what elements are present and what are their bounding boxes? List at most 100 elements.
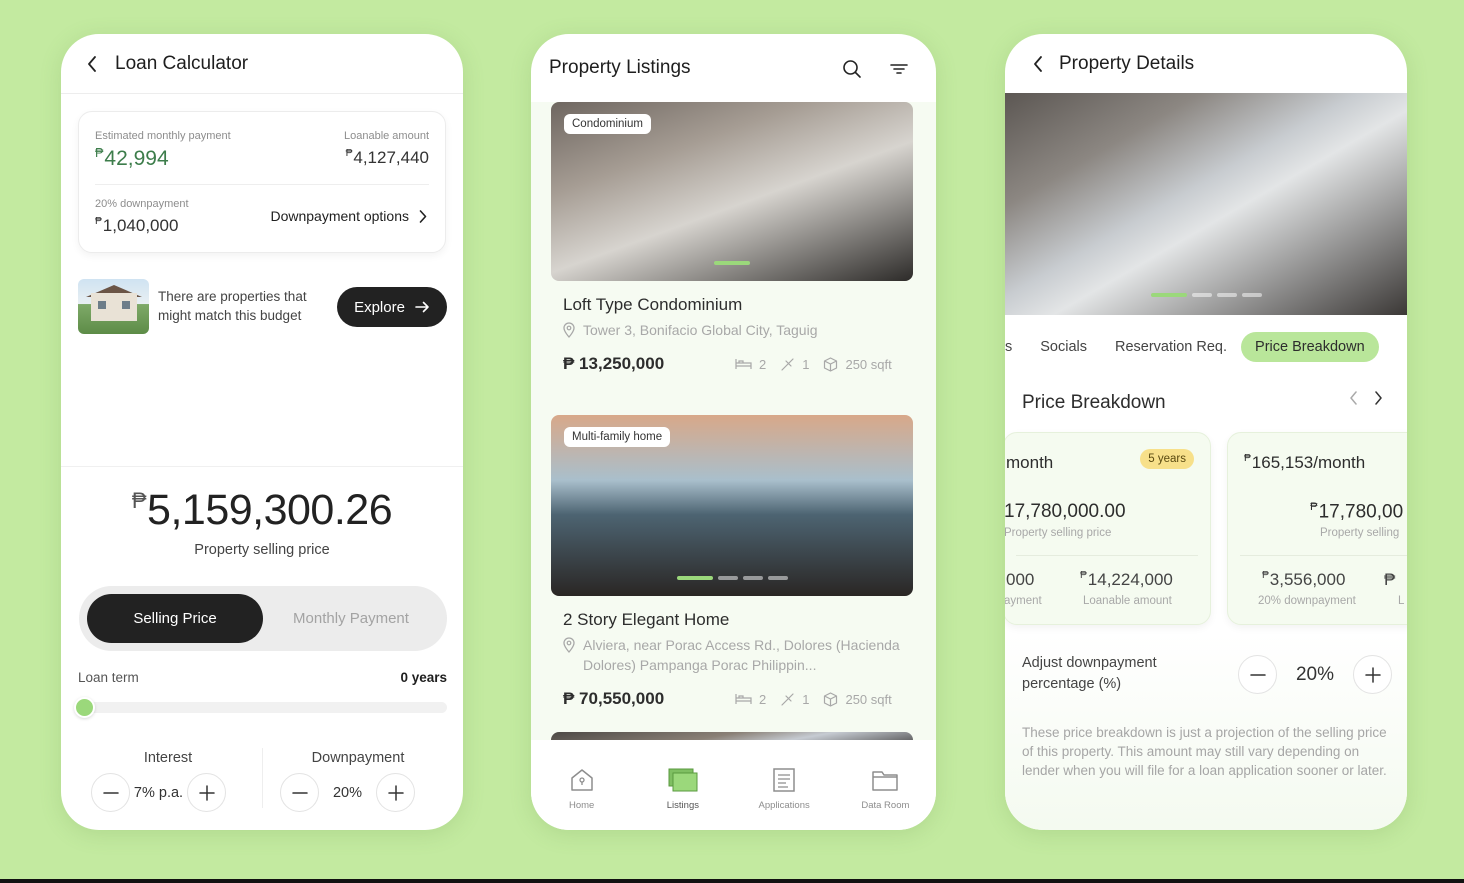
listings-header: Property Listings [531, 34, 936, 102]
listing-card[interactable]: Multi-family home 2 Story Elegant Home A… [551, 415, 913, 709]
divider [61, 466, 463, 467]
carousel-dot[interactable] [742, 576, 763, 580]
carousel-dots [551, 261, 913, 265]
house-thumbnail [78, 279, 149, 334]
est-monthly-label: Estimated monthly payment [95, 130, 231, 142]
loan-term-slider[interactable] [78, 702, 447, 713]
listing-photo[interactable]: Multi-family home [551, 415, 913, 596]
downpayment-label: 20% downpayment [95, 198, 189, 210]
interest-decrease-button[interactable] [91, 773, 130, 812]
selling-price-label: Property selling price [194, 542, 330, 558]
carousel-dot[interactable] [1241, 293, 1262, 297]
search-icon[interactable] [841, 58, 863, 80]
location-pin-icon [563, 637, 575, 653]
location-pin-icon [563, 322, 575, 338]
property-details-screen: Property Details s Socials Reservation R… [1005, 34, 1407, 830]
back-chevron-icon[interactable] [81, 53, 103, 75]
explore-button[interactable]: Explore [337, 287, 447, 327]
downpayment-options-label: Downpayment options [270, 208, 409, 224]
carousel-dot-active[interactable] [1150, 293, 1187, 297]
downpayment-stepper: 20% [280, 773, 415, 812]
monthly-payment: month [1006, 453, 1054, 472]
monthly-payment: ₱165,153/month [1244, 453, 1366, 472]
carousel-dot[interactable] [1191, 293, 1212, 297]
adjust-increase-button[interactable] [1353, 655, 1392, 694]
nav-home[interactable]: Home [531, 740, 632, 830]
chevron-right-icon [419, 209, 427, 223]
nav-applications[interactable]: Applications [734, 740, 835, 830]
listings-icon [668, 768, 698, 792]
carousel-dot[interactable] [767, 576, 788, 580]
minus-icon [291, 791, 308, 794]
downpayment-value: 000 [1006, 570, 1035, 589]
downpayment-decrease-button[interactable] [280, 773, 319, 812]
listing-address: Tower 3, Bonifacio Global City, Taguig [551, 320, 913, 340]
page-title: Property Details [1059, 53, 1195, 74]
loan-term-value: 0 years [400, 670, 447, 685]
property-listings-screen: Property Listings Condominium Loft Type … [531, 34, 936, 830]
adjust-decrease-button[interactable] [1238, 655, 1277, 694]
downpayment-increase-button[interactable] [376, 773, 415, 812]
carousel-dot[interactable] [717, 576, 738, 580]
detail-tabs: s Socials Reservation Req. Price Breakdo… [1005, 332, 1379, 362]
divider [262, 748, 263, 808]
home-icon [570, 769, 593, 791]
monthly-payment-tab[interactable]: Monthly Payment [263, 594, 439, 643]
listing-address: Alviera, near Porac Access Rd., Dolores … [551, 635, 913, 675]
property-photo[interactable] [1005, 93, 1407, 315]
carousel-dot-active[interactable] [714, 261, 750, 265]
divider [61, 93, 463, 94]
interest-increase-button[interactable] [187, 773, 226, 812]
selling-price-value: ₱17,780,00 [1310, 501, 1404, 523]
divider [1016, 555, 1198, 556]
interest-stepper: 7% p.a. [91, 773, 226, 812]
downpayment-options-link[interactable]: Downpayment options [270, 208, 427, 224]
cube-icon [824, 356, 838, 372]
price-breakdown-card[interactable]: month 5 years 17,780,000.00 Property sel… [1005, 432, 1211, 625]
divider [95, 184, 429, 185]
nav-data-room[interactable]: Data Room [835, 740, 936, 830]
tab-socials[interactable]: Socials [1026, 339, 1101, 355]
loan-summary-card: Estimated monthly payment ₱42,994 Loanab… [78, 111, 446, 253]
carousel-dot[interactable] [1216, 293, 1237, 297]
plus-icon [387, 784, 404, 801]
adjust-downpayment-stepper: 20% [1238, 655, 1392, 694]
loanable-value: ₱14,224,000 [1080, 570, 1173, 589]
listing-address-text: Alviera, near Porac Access Rd., Dolores … [583, 637, 900, 673]
filter-icon[interactable] [888, 58, 910, 80]
tab-partial[interactable]: s [1005, 339, 1026, 355]
tab-reservation[interactable]: Reservation Req. [1101, 339, 1241, 355]
loan-calculator-screen: Loan Calculator Estimated monthly paymen… [61, 34, 463, 830]
loanable-label: L [1398, 595, 1405, 607]
document-icon [773, 768, 795, 792]
details-header: Property Details [1005, 34, 1407, 94]
back-chevron-icon[interactable] [1027, 53, 1049, 75]
downpayment-label: 20% downpayment [1258, 595, 1356, 607]
nav-listings[interactable]: Listings [632, 740, 733, 830]
section-title: Price Breakdown [1022, 392, 1166, 413]
listing-photo[interactable]: Condominium [551, 102, 913, 281]
carousel-dot-active[interactable] [676, 576, 713, 580]
bathrooms: 1 [780, 692, 809, 707]
carousel-dots [1005, 293, 1407, 297]
chevron-right-icon[interactable] [1374, 391, 1383, 405]
slider-handle[interactable] [74, 697, 95, 718]
cube-icon [824, 691, 838, 707]
downpayment-stepper-label: Downpayment [311, 750, 405, 766]
mode-segmented-control: Selling Price Monthly Payment [79, 586, 447, 651]
selling-price-tab[interactable]: Selling Price [87, 594, 263, 643]
bottom-navigation: Home Listings Applications Data Room [531, 740, 936, 830]
tab-price-breakdown[interactable]: Price Breakdown [1241, 332, 1379, 362]
price-breakdown-card[interactable]: ₱165,153/month ₱17,780,00 Property selli… [1227, 432, 1407, 625]
downpayment-label: ayment [1005, 595, 1042, 607]
adjust-downpayment-value: 20% [1295, 663, 1335, 685]
divider [1240, 555, 1407, 556]
nav-applications-label: Applications [758, 800, 810, 811]
downpayment-value: ₱3,556,000 [1262, 570, 1346, 589]
est-monthly-value: ₱42,994 [95, 146, 169, 170]
listing-price: ₱ 70,550,000 [563, 689, 665, 708]
chevron-left-icon[interactable] [1349, 391, 1358, 405]
listing-card[interactable]: Condominium Loft Type Condominium Tower … [551, 102, 913, 374]
listing-name: 2 Story Elegant Home [563, 610, 730, 629]
downpayment-value: ₱1,040,000 [95, 216, 179, 235]
